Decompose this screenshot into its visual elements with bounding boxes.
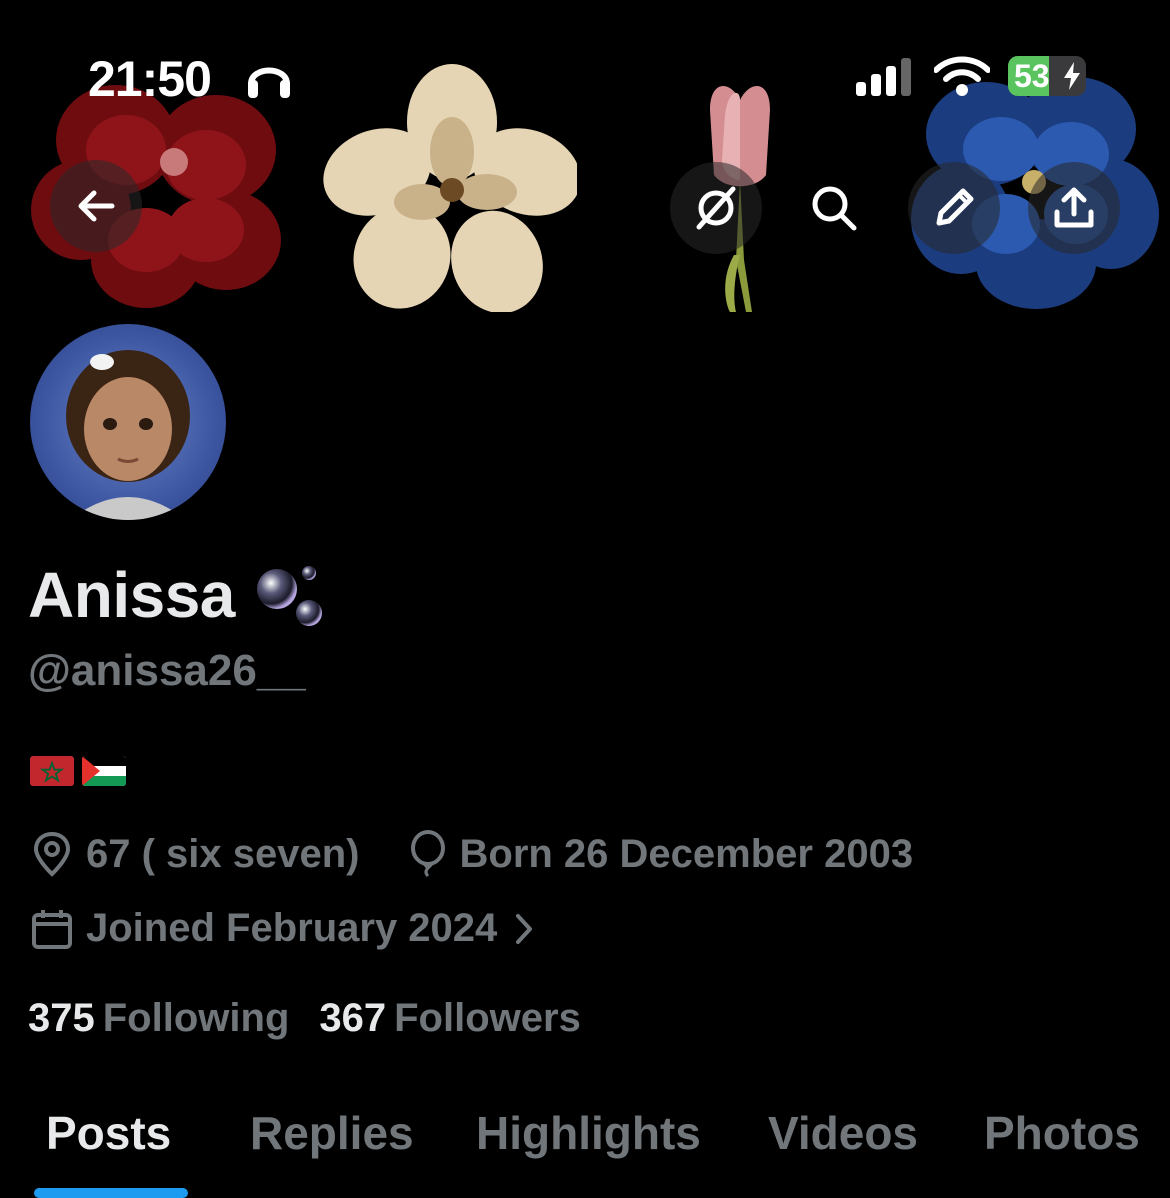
search-icon	[812, 186, 857, 231]
tab-photos[interactable]: Photos	[984, 1106, 1140, 1160]
display-name: Anissa	[28, 559, 235, 631]
profile-bio	[30, 756, 126, 786]
birthday-item: Born 26 December 2003	[408, 830, 914, 878]
share-button[interactable]	[1028, 162, 1120, 254]
chevron-right-icon	[516, 913, 533, 944]
location-text: 67 ( six seven)	[86, 831, 360, 876]
following-stat[interactable]: 375 Following	[28, 996, 289, 1041]
grok-icon	[696, 186, 736, 230]
palestine-flag	[82, 756, 126, 786]
active-tab-indicator	[34, 1188, 188, 1198]
tab-posts[interactable]: Posts	[46, 1106, 171, 1160]
calendar-icon	[32, 909, 72, 949]
profile-avatar[interactable]	[26, 320, 230, 524]
following-count: 375	[28, 996, 95, 1040]
share-icon	[1054, 187, 1094, 228]
profile-handle: @anissa26__	[28, 646, 306, 695]
profile-tabs: Posts Replies Highlights Videos Photos	[0, 1100, 1170, 1198]
profile-meta-row-2[interactable]: Joined February 2024	[30, 906, 547, 951]
location-item: 67 ( six seven)	[30, 831, 360, 877]
headphones-icon	[248, 67, 290, 98]
battery-level: 53	[1014, 58, 1050, 94]
tab-highlights[interactable]: Highlights	[476, 1106, 701, 1160]
grok-button[interactable]	[670, 162, 762, 254]
balloon-icon	[410, 830, 445, 878]
birthday-text: Born 26 December 2003	[459, 831, 914, 876]
profile-stats: 375 Following 367 Followers	[28, 996, 581, 1041]
followers-stat[interactable]: 367 Followers	[319, 996, 580, 1041]
search-button[interactable]	[788, 162, 880, 254]
battery-indicator: 53	[1008, 56, 1086, 96]
bubbles-icon	[256, 566, 322, 626]
avatar-image	[66, 350, 190, 520]
signal-icon	[856, 58, 911, 96]
joined-item[interactable]: Joined February 2024	[30, 906, 547, 951]
edit-button[interactable]	[908, 162, 1000, 254]
battery-charging-icon	[1064, 62, 1080, 90]
wifi-icon	[934, 56, 990, 96]
status-time: 21:50	[88, 51, 212, 107]
location-pin-icon	[33, 831, 71, 877]
profile-name-row: Anissa	[28, 558, 325, 632]
following-label: Following	[102, 996, 290, 1040]
followers-label: Followers	[394, 996, 581, 1040]
profile-meta-row-1: 67 ( six seven) Born 26 December 2003	[30, 830, 913, 878]
morocco-flag	[30, 756, 74, 786]
edit-pencil-icon	[936, 188, 974, 226]
tab-videos[interactable]: Videos	[768, 1106, 918, 1160]
status-bar: 21:50 53	[0, 40, 1170, 120]
back-arrow-icon	[78, 190, 115, 222]
back-button[interactable]	[50, 160, 142, 252]
joined-text: Joined February 2024	[86, 906, 498, 950]
followers-count: 367	[319, 996, 387, 1040]
tab-replies[interactable]: Replies	[250, 1106, 414, 1160]
